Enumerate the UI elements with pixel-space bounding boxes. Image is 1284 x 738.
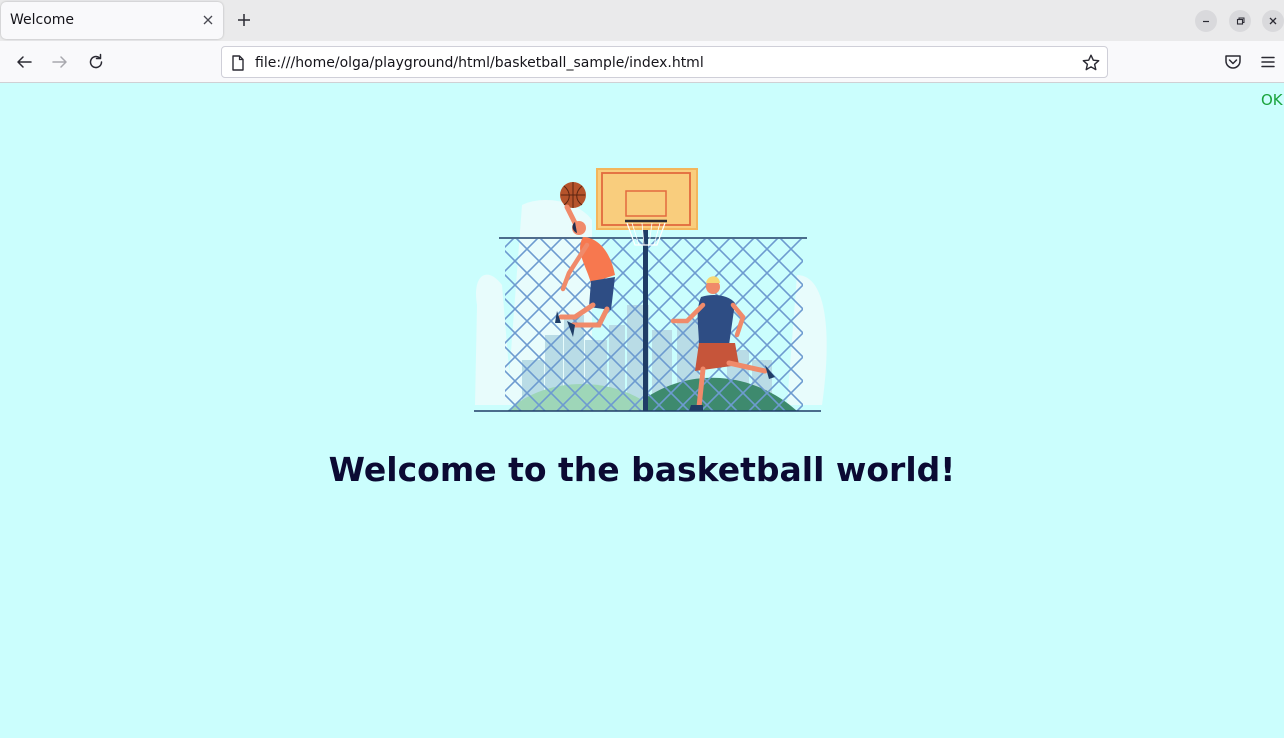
page-heading: Welcome to the basketball world! [328,450,956,489]
navigation-toolbar: file:///home/olga/playground/html/basket… [0,41,1284,83]
hamburger-menu-icon[interactable] [1257,51,1279,73]
basketball-illustration [474,168,827,412]
status-text: OK [1261,91,1283,109]
star-icon[interactable] [1081,53,1101,77]
url-text: file:///home/olga/playground/html/basket… [255,55,704,71]
window-close-icon[interactable] [1262,10,1284,32]
tab-title: Welcome [10,12,75,28]
restore-icon[interactable] [1229,10,1251,32]
pocket-icon[interactable] [1222,51,1244,73]
page-icon [230,54,246,76]
tab-welcome[interactable]: Welcome [1,2,223,39]
reload-icon[interactable] [85,51,107,73]
close-icon[interactable] [199,11,217,29]
address-bar[interactable]: file:///home/olga/playground/html/basket… [221,46,1108,78]
back-arrow-icon[interactable] [13,51,35,73]
tab-strip: Welcome [0,0,1284,41]
forward-arrow-icon[interactable] [49,51,71,73]
plus-icon[interactable] [233,9,255,31]
minimize-icon[interactable] [1195,10,1217,32]
